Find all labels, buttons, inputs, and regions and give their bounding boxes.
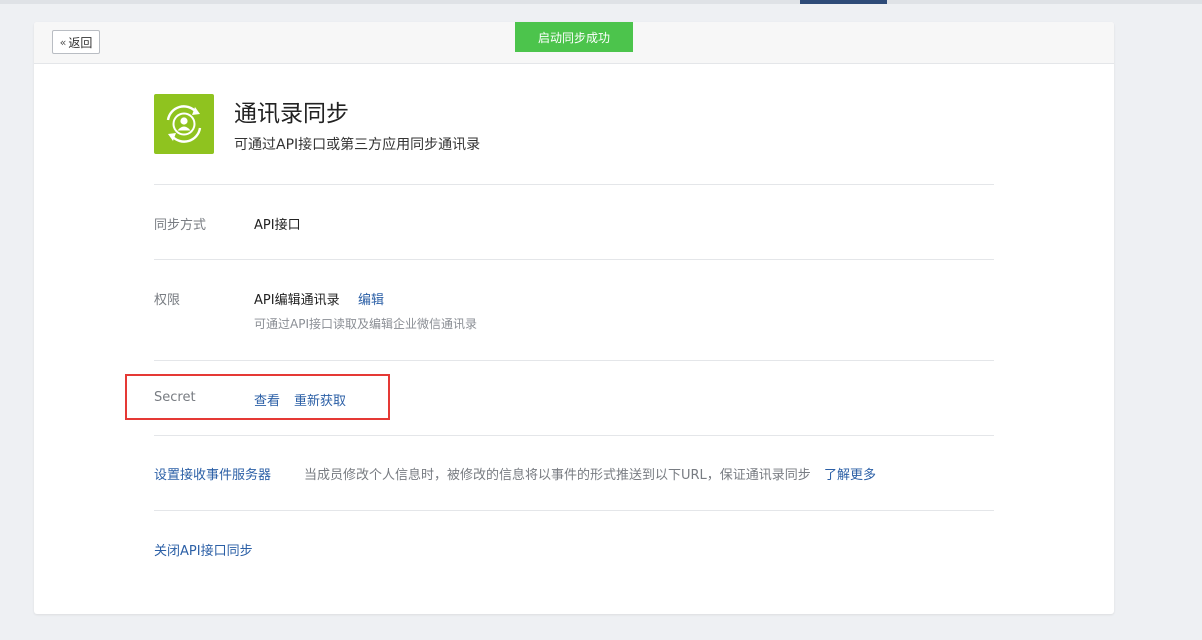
- permission-value: API编辑通讯录: [254, 293, 340, 308]
- main-panel: « 返回 启动同步成功 通讯录同步 可通过API接口或第三方应用同步通讯录 同步…: [34, 22, 1114, 614]
- permission-label: 权限: [154, 293, 181, 308]
- divider: [154, 360, 994, 361]
- view-secret-link[interactable]: 查看: [254, 390, 280, 409]
- divider: [154, 184, 994, 185]
- double-chevron-left-icon: «: [59, 35, 67, 49]
- sync-method-value: API接口: [254, 218, 301, 233]
- refresh-secret-link[interactable]: 重新获取: [294, 390, 346, 409]
- top-bar: [0, 0, 1202, 4]
- back-button-label: 返回: [68, 35, 93, 50]
- divider: [154, 259, 994, 260]
- success-toast: 启动同步成功: [515, 22, 633, 52]
- divider: [154, 510, 994, 511]
- page-description: 可通过API接口或第三方应用同步通讯录: [234, 137, 481, 153]
- panel-header: « 返回 启动同步成功: [34, 22, 1114, 64]
- sync-method-label: 同步方式: [154, 218, 207, 233]
- back-button[interactable]: « 返回: [52, 30, 100, 54]
- secret-label: Secret: [154, 390, 196, 405]
- divider: [154, 435, 994, 436]
- contacts-sync-icon: [154, 94, 214, 154]
- event-server-description: 当成员修改个人信息时，被修改的信息将以事件的形式推送到以下URL，保证通讯录同步: [304, 468, 811, 483]
- permission-hint: 可通过API接口读取及编辑企业微信通讯录: [254, 317, 477, 331]
- page-title: 通讯录同步: [234, 101, 349, 127]
- event-server-link[interactable]: 设置接收事件服务器: [154, 464, 271, 483]
- close-api-sync-link[interactable]: 关闭API接口同步: [154, 540, 253, 559]
- learn-more-link[interactable]: 了解更多: [824, 464, 876, 483]
- top-bar-active-indicator: [800, 0, 887, 4]
- edit-permission-link[interactable]: 编辑: [358, 289, 384, 308]
